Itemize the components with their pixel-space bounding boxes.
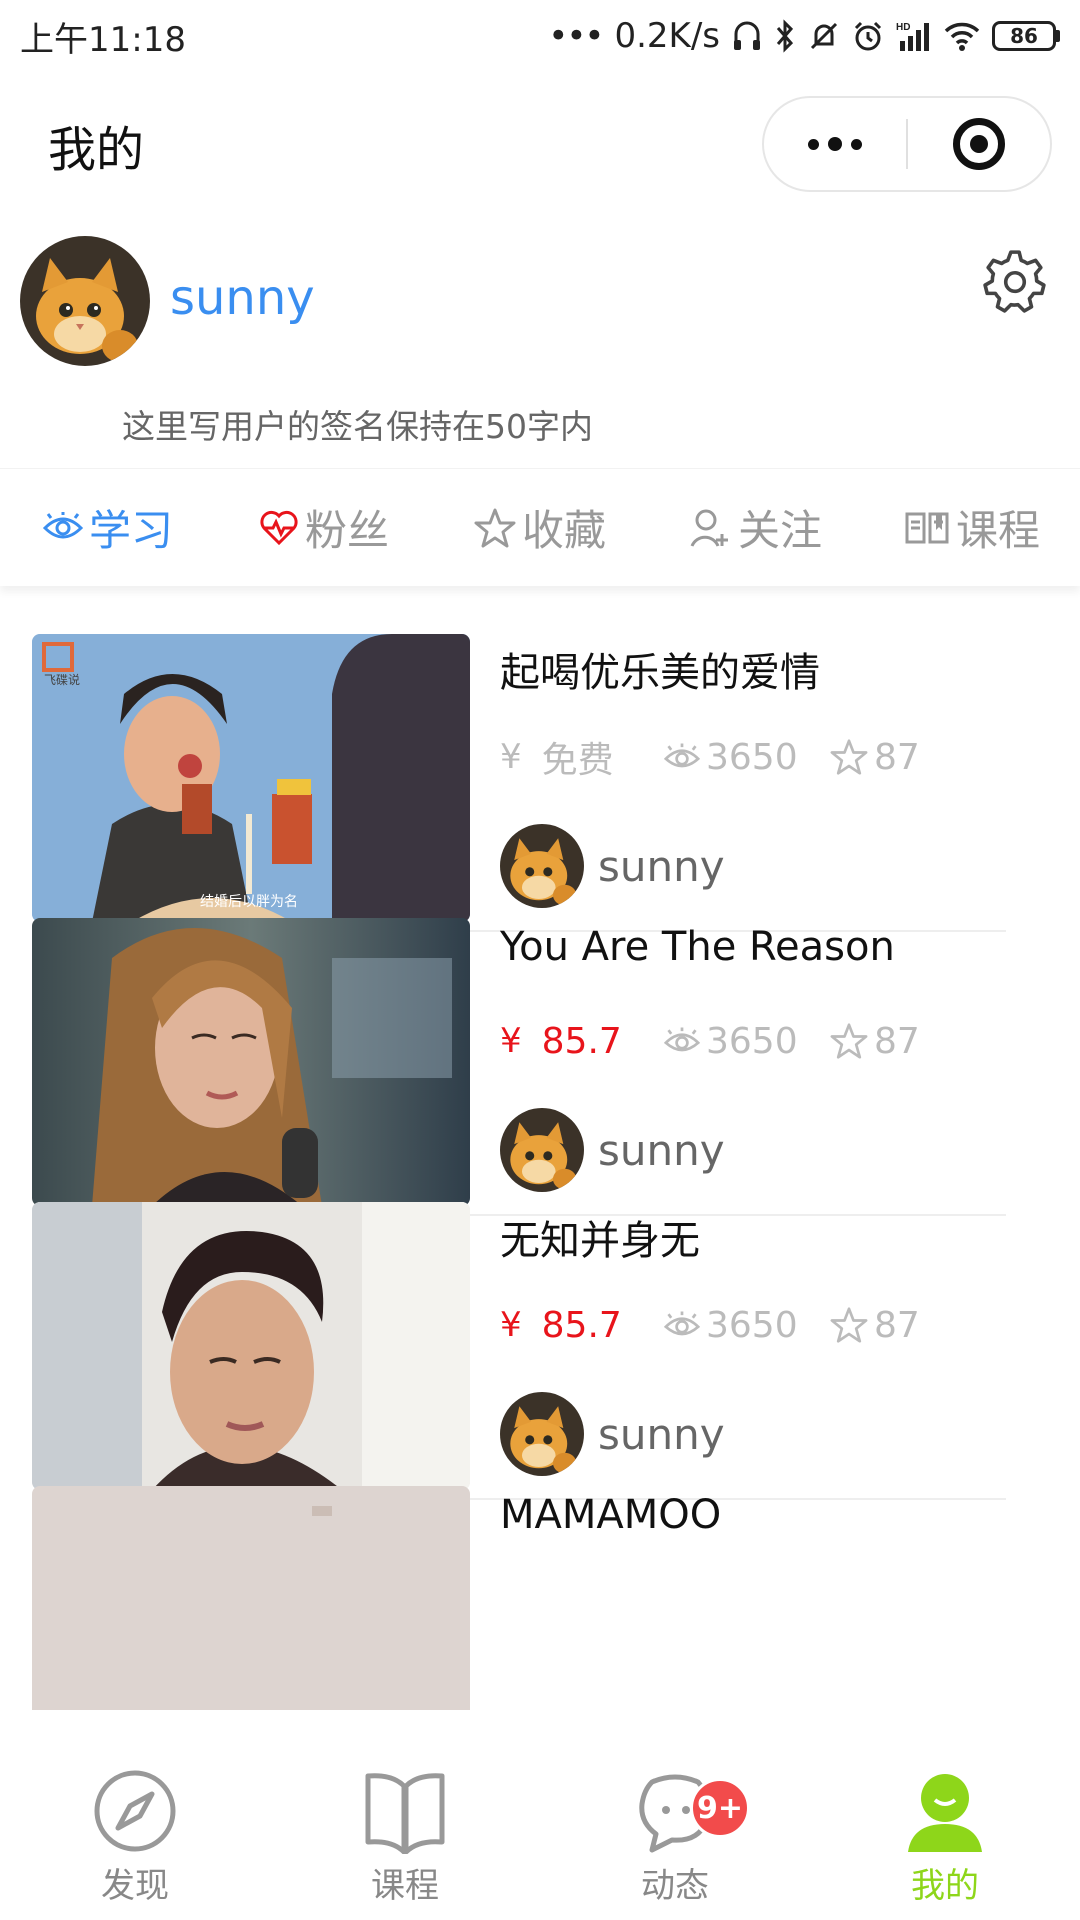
bottom-tab-discover[interactable]: 发现 [0,1710,270,1920]
heart-pulse-icon [260,510,298,545]
gear-icon[interactable] [982,248,1048,314]
bottom-tab-label: 动态 [641,1866,709,1906]
book-icon [365,1773,445,1854]
tab-label: 关注 [737,506,822,555]
compass-icon [94,1770,176,1852]
yen-icon: ¥ [500,1021,522,1061]
yen-icon: ¥ [500,737,522,777]
status-bar: 上午11:18 ••• 0.2K/s HD 86 [0,0,1080,72]
course-list: 飞碟说 结婚后以胖为名 起喝优乐美的爱情 ¥ 免费 3650 87 sunny [0,586,1080,1710]
price: ¥ 85.7 [500,1021,664,1062]
wifi-icon [944,22,980,51]
bottom-tab-label: 课程 [371,1866,439,1906]
view-count: 3650 [664,737,830,778]
stars-value: 87 [874,736,920,778]
course-title[interactable]: MAMAMOO [500,1492,721,1538]
close-mini-program-button[interactable] [908,98,1050,190]
book-icon [905,512,949,543]
price: ¥ 免费 [500,731,664,783]
notification-badge: 9+ [690,1778,750,1838]
star-count: 87 [830,1305,920,1346]
star-icon [830,1023,868,1059]
views-value: 3650 [706,736,798,778]
tab-label: 学习 [88,506,173,555]
star-count: 87 [830,737,920,778]
stars-value: 87 [874,1020,920,1062]
yen-icon: ¥ [500,1305,522,1345]
more-dot-icon [808,138,819,150]
course-thumbnail[interactable] [32,1486,470,1710]
username[interactable]: sunny [170,270,315,326]
bottom-tab-label: 我的 [911,1866,979,1906]
star-icon [830,1307,868,1343]
eye-icon [664,1027,700,1052]
avatar[interactable] [20,236,150,366]
star-icon [830,739,868,775]
alarm-icon [854,21,882,51]
page-title: 我的 [48,122,145,178]
svg-text:HD: HD [896,22,910,33]
course-title[interactable]: You Are The Reason [500,924,895,970]
price-value: 85.7 [541,1020,622,1062]
stars-value: 87 [874,1304,920,1346]
star-count: 87 [830,1021,920,1062]
eye-icon [664,743,700,768]
status-time: 上午11:18 [20,19,186,60]
star-icon [474,508,516,547]
view-count: 3650 [664,1305,830,1346]
user-icon [908,1774,982,1852]
more-dot-icon [851,138,862,150]
tab-courses[interactable]: 课程 [864,497,1080,558]
course-meta: ¥ 85.7 3650 87 [500,1016,920,1066]
tab-favorites[interactable]: 收藏 [432,497,648,558]
signal-icon: HD [896,22,929,51]
tab-fans[interactable]: 粉丝 [216,497,432,558]
add-user-icon [690,509,728,547]
tab-label: 粉丝 [304,506,389,555]
tab-study[interactable]: 学习 [0,497,216,558]
user-signature: 这里写用户的签名保持在50字内 [122,407,593,446]
mini-program-capsule [762,96,1052,192]
bottom-tab-feed[interactable]: 动态 9+ [540,1710,810,1920]
views-value: 3650 [706,1020,798,1062]
views-value: 3650 [706,1304,798,1346]
thumb-logo: 飞碟说 [44,672,80,687]
battery-icon: 86 [992,21,1060,51]
course-meta: ¥ 85.7 3650 87 [500,1300,920,1350]
course-title[interactable]: 起喝优乐美的爱情 [500,640,820,698]
status-icons: ••• 0.2K/s HD 86 [548,16,1060,56]
more-dot-icon [828,137,842,151]
bottom-tab-label: 发现 [101,1866,169,1906]
list-item[interactable]: MAMAMOO [32,1438,1006,1710]
profile-header: sunny 这里写用户的签名保持在50字内 [0,218,1080,468]
mute-bell-icon [810,22,838,50]
target-circle-icon [952,118,1005,170]
view-count: 3650 [664,1021,830,1062]
network-speed: 0.2K/s [614,16,720,56]
tab-following[interactable]: 关注 [648,497,864,558]
more-options-button[interactable] [764,98,906,190]
bottom-tab-courses[interactable]: 课程 [270,1710,540,1920]
tab-label: 课程 [955,506,1040,555]
bottom-tab-bar: 发现 课程 动态 9+ 我的 [0,1710,1080,1920]
course-meta: ¥ 免费 3650 87 [500,732,920,782]
bottom-tab-me[interactable]: 我的 [810,1710,1080,1920]
price-value: 85.7 [541,1304,622,1346]
nav-bar: 我的 [0,72,1080,218]
course-title[interactable]: 无知并身无 [500,1208,700,1266]
eye-icon [664,1311,700,1336]
profile-tabs: 学习 粉丝 收藏 关注 课程 [0,468,1080,586]
headphones-icon [734,21,760,50]
tab-label: 收藏 [521,506,606,555]
eye-icon [42,511,83,538]
price-value: 免费 [541,740,614,781]
price: ¥ 85.7 [500,1305,664,1346]
battery-level: 86 [1010,24,1038,48]
bluetooth-icon [776,19,794,53]
network-dots-icon: ••• [548,16,604,56]
